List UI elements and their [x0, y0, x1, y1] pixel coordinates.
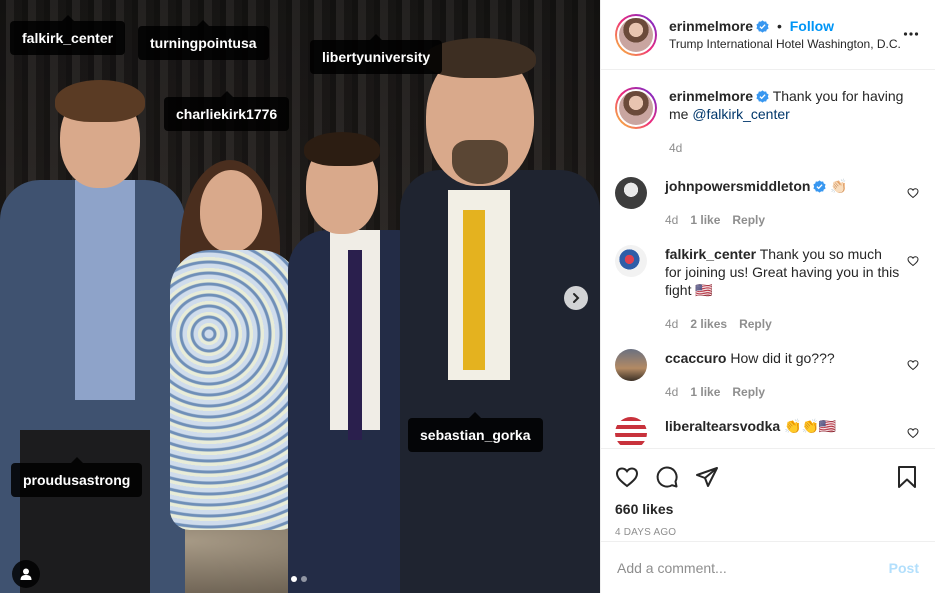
comment-row: ccaccuro How did it go??? 4d 1 like Repl… [615, 349, 919, 401]
comment-meta: 4d 1 like Reply [665, 383, 900, 401]
comment-text: liberaltearsvodka 👏👏🇺🇸 [665, 417, 900, 435]
comment-avatar[interactable] [615, 417, 647, 448]
comment-content: 👏🏻 [830, 178, 848, 194]
post-actions: 660 likes 4 DAYS AGO [601, 448, 935, 538]
post-side-panel: erinmelmore • Follow Trump International… [600, 0, 935, 593]
comment-age[interactable]: 4d [665, 211, 678, 229]
post-photo[interactable]: falkirk_center turningpointusa libertyun… [0, 0, 600, 593]
heart-icon [615, 467, 639, 488]
avatar [617, 89, 655, 127]
comment-username[interactable]: johnpowersmiddleton [665, 178, 810, 194]
reply-button[interactable]: Reply [739, 315, 772, 333]
comment-avatar[interactable] [615, 177, 647, 209]
comment-meta: 4d 1 like Reply [665, 211, 900, 229]
photo-tag-libertyuniversity[interactable]: libertyuniversity [310, 34, 443, 74]
comment-age[interactable]: 4d [665, 315, 678, 333]
comment-content: How did it go??? [730, 350, 835, 366]
comment-like-heart-icon[interactable] [907, 255, 919, 267]
comment-likes[interactable]: 1 like [690, 211, 720, 229]
comment-row: johnpowersmiddleton 👏🏻 4d 1 like Reply [615, 177, 919, 229]
like-button[interactable] [615, 465, 639, 489]
user-icon [20, 568, 32, 580]
comment-username[interactable]: liberaltearsvodka [665, 418, 780, 434]
location-link[interactable]: Trump International Hotel Washington, D.… [669, 35, 901, 53]
comment-content: 👏👏🇺🇸 [784, 418, 837, 434]
carousel-dot [291, 576, 297, 582]
chevron-right-icon [573, 293, 580, 303]
paper-plane-icon [696, 467, 718, 487]
comment-body: ccaccuro How did it go??? 4d 1 like Repl… [665, 349, 900, 401]
post-comment-button[interactable]: Post [889, 560, 919, 576]
comment-input[interactable] [617, 559, 889, 576]
like-count[interactable]: 660 likes [615, 501, 919, 517]
avatar [617, 15, 655, 54]
comment-avatar[interactable] [615, 349, 647, 381]
add-comment-bar: Post [601, 541, 935, 593]
comment-bubble-icon [656, 466, 678, 488]
carousel-next-button[interactable] [564, 286, 588, 310]
caption-meta: 4d [669, 139, 919, 157]
comment-row: falkirk_center Thank you so much for joi… [615, 245, 919, 333]
photo-tag-falkirk-center[interactable]: falkirk_center [10, 15, 126, 55]
comment-like-heart-icon[interactable] [907, 427, 919, 439]
comments-list[interactable]: erinmelmore Thank you for having me @fal… [601, 71, 935, 448]
comment-like-heart-icon[interactable] [907, 187, 919, 199]
comment-likes[interactable]: 2 likes [690, 315, 727, 333]
carousel-dot [301, 576, 307, 582]
photo-tag-charliekirk1776[interactable]: charliekirk1776 [164, 91, 290, 131]
verified-badge-icon [813, 180, 827, 193]
header-username[interactable]: erinmelmore [669, 18, 753, 34]
bookmark-icon [898, 466, 916, 488]
caption: erinmelmore Thank you for having me @fal… [615, 87, 919, 157]
photo-tag-proudusastrong[interactable]: proudusastrong [11, 457, 143, 497]
comment-age[interactable]: 4d [665, 383, 678, 401]
caption-username[interactable]: erinmelmore [669, 88, 753, 104]
comment-row: liberaltearsvodka 👏👏🇺🇸 [615, 417, 919, 448]
comment-text: falkirk_center Thank you so much for joi… [665, 245, 900, 299]
comment-username[interactable]: falkirk_center [665, 246, 756, 262]
comment-body: liberaltearsvodka 👏👏🇺🇸 [665, 417, 900, 448]
comment-text: johnpowersmiddleton 👏🏻 [665, 177, 900, 195]
verified-badge-icon [756, 90, 769, 103]
caption-mention[interactable]: @falkirk_center [692, 106, 789, 122]
reply-button[interactable]: Reply [732, 383, 765, 401]
comment-body: falkirk_center Thank you so much for joi… [665, 245, 900, 333]
header-info: erinmelmore • Follow Trump International… [669, 17, 901, 53]
photo-tag-turningpointusa[interactable]: turningpointusa [138, 20, 269, 60]
verified-badge-icon [756, 19, 769, 33]
follow-button[interactable]: Follow [790, 18, 834, 34]
header-separator: • [776, 17, 782, 34]
comment-text: ccaccuro How did it go??? [665, 349, 900, 367]
post-timestamp[interactable]: 4 DAYS AGO [615, 527, 919, 538]
comment-button[interactable] [655, 465, 679, 489]
comment-body: johnpowersmiddleton 👏🏻 4d 1 like Reply [665, 177, 900, 229]
story-ring[interactable] [615, 13, 657, 56]
comment-username[interactable]: ccaccuro [665, 350, 726, 366]
caption-body: erinmelmore Thank you for having me @fal… [669, 87, 919, 157]
comment-meta: 4d 2 likes Reply [665, 315, 900, 333]
post-header: erinmelmore • Follow Trump International… [601, 0, 935, 70]
reply-button[interactable]: Reply [732, 211, 765, 229]
more-options-button[interactable] [903, 26, 919, 45]
caption-text: erinmelmore Thank you for having me @fal… [669, 87, 919, 123]
action-icons [615, 457, 919, 497]
share-button[interactable] [695, 465, 719, 489]
save-button[interactable] [895, 465, 919, 489]
photo-tag-sebastian-gorka[interactable]: sebastian_gorka [408, 412, 543, 452]
caption-age[interactable]: 4d [669, 139, 682, 157]
comment-avatar[interactable] [615, 245, 647, 277]
caption-avatar[interactable] [615, 87, 657, 129]
carousel-indicator [291, 576, 307, 582]
show-tags-button[interactable] [12, 560, 40, 588]
more-horizontal-icon [903, 32, 919, 36]
comment-likes[interactable]: 1 like [690, 383, 720, 401]
comment-like-heart-icon[interactable] [907, 359, 919, 371]
